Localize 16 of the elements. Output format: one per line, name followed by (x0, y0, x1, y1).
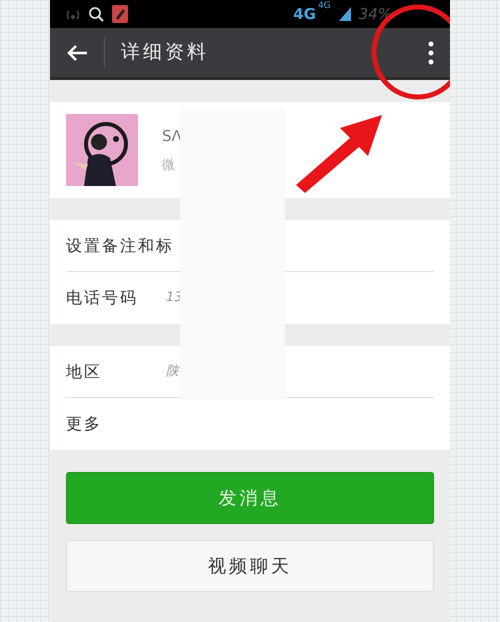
row-label: 设置备注和标 (66, 234, 174, 256)
page-title: 详细资料 (121, 40, 209, 66)
search-icon (88, 6, 104, 22)
row-label: 更多 (66, 413, 103, 435)
network-small-label: 4G (318, 0, 331, 13)
contact-name: SΛ (162, 126, 182, 147)
video-chat-button[interactable]: 视频聊天 (66, 540, 434, 592)
back-arrow-icon[interactable] (66, 44, 88, 62)
more-menu-icon[interactable] (428, 40, 434, 64)
signal-bars-icon (338, 7, 351, 21)
app-icon (112, 5, 128, 23)
network-label: 4G (293, 4, 316, 25)
row-value: 陕 (166, 362, 179, 381)
account-id: 微 (162, 156, 176, 174)
row-label: 地区 (66, 360, 103, 382)
row-label: 电话号码 (66, 287, 139, 309)
